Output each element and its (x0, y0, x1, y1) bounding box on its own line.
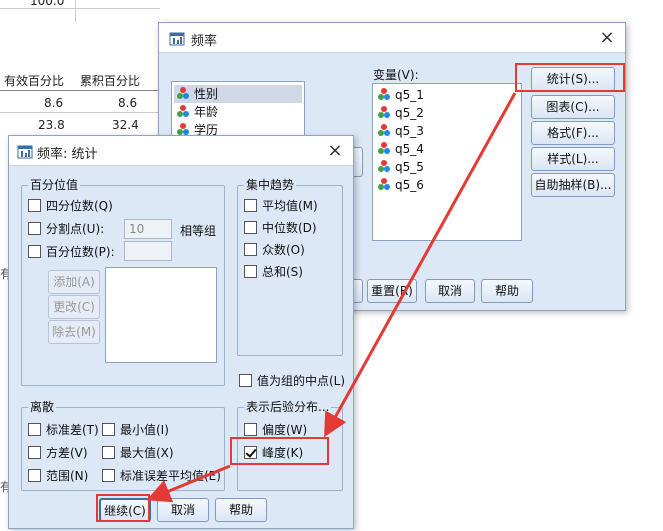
se-mean-checkbox[interactable]: 标准误差平均值(E) (102, 468, 221, 484)
help-button[interactable]: 帮助 (215, 498, 267, 522)
mode-checkbox[interactable]: 众数(O) (244, 242, 305, 258)
dialog-titlebar: 频率 × (159, 23, 625, 53)
add-button[interactable]: 添加(A) (48, 270, 100, 294)
cutpoints-input[interactable]: 10 (124, 219, 172, 239)
percentiles-input[interactable] (124, 241, 172, 261)
highlight-box-kurtosis (230, 437, 329, 465)
spss-dialog-icon (17, 145, 33, 159)
group-label: 集中趋势 (244, 178, 297, 192)
sum-checkbox[interactable]: 总和(S) (244, 264, 303, 280)
dispersion-group: 离散 标准差(T) 最小值(I) 方差(V) 最大值(X) 范围(N) 标准误差… (21, 400, 225, 491)
target-variable-list[interactable]: q5_1 q5_2 q5_3 q5_4 q5_5 q5_6 (372, 83, 522, 241)
std-deviation-checkbox[interactable]: 标准差(T) (28, 422, 99, 438)
list-item[interactable]: q5_6 (377, 176, 424, 194)
list-item[interactable]: q5_4 (377, 140, 424, 158)
percentile-group: 百分位值 四分位数(Q) 分割点(U): 10 相等组 百分位数(P): 添加(… (21, 178, 225, 386)
charts-button[interactable]: 图表(C)... (531, 95, 615, 119)
variables-label: 变量(V): (373, 68, 419, 82)
maximum-checkbox[interactable]: 最大值(X) (102, 445, 174, 461)
reset-button[interactable]: 重置(R) (367, 279, 417, 303)
statistics-dialog: 频率: 统计 × 百分位值 四分位数(Q) 分割点(U): 10 相等组 百分位… (8, 135, 354, 529)
table-top-value: 100.0 (30, 0, 65, 8)
list-item[interactable]: q5_3 (377, 122, 424, 140)
mean-checkbox[interactable]: 平均值(M) (244, 198, 318, 214)
nominal-variable-icon (378, 88, 390, 100)
change-button[interactable]: 更改(C) (48, 295, 100, 319)
range-checkbox[interactable]: 范围(N) (28, 468, 88, 484)
nominal-variable-icon (177, 105, 189, 117)
quartiles-checkbox[interactable]: 四分位数(Q) (28, 198, 113, 214)
cutpoints-checkbox[interactable]: 分割点(U): (28, 221, 104, 237)
help-button[interactable]: 帮助 (481, 279, 533, 303)
nominal-variable-icon (378, 106, 390, 118)
table-header-cum-pct: 累积百分比 (80, 74, 141, 88)
nominal-variable-icon (378, 124, 390, 136)
central-tendency-group: 集中趋势 平均值(M) 中位数(D) 众数(O) 总和(S) (237, 178, 343, 356)
cancel-button[interactable]: 取消 (425, 279, 475, 303)
close-button[interactable]: × (323, 139, 347, 163)
style-button[interactable]: 样式(L)... (531, 147, 615, 171)
group-label: 离散 (28, 400, 57, 414)
group-label: 表示后验分布... (244, 400, 332, 414)
highlight-box-continue (96, 494, 150, 522)
percentiles-checkbox[interactable]: 百分位数(P): (28, 244, 115, 260)
skewness-checkbox[interactable]: 偏度(W) (244, 422, 307, 438)
table-cell: 8.6 (118, 96, 138, 110)
dialog-title: 频率 (191, 34, 218, 49)
list-item[interactable]: q5_1 (377, 86, 424, 104)
table-header-valid-pct: 有效百分比 (4, 74, 65, 88)
percentiles-list[interactable] (105, 267, 217, 363)
list-item[interactable]: 年龄 (176, 103, 218, 121)
median-checkbox[interactable]: 中位数(D) (244, 220, 317, 236)
highlight-box-statistics (515, 63, 625, 92)
equal-groups-label: 相等组 (180, 224, 217, 238)
dialog-titlebar: 频率: 统计 × (9, 136, 353, 166)
group-label: 百分位值 (28, 178, 81, 192)
table-cell: 8.6 (44, 96, 64, 110)
cancel-button[interactable]: 取消 (157, 498, 209, 522)
table-cell: 32.4 (112, 118, 139, 132)
minimum-checkbox[interactable]: 最小值(I) (102, 422, 169, 438)
table-cell: 23.8 (38, 118, 65, 132)
group-midpoints-checkbox[interactable]: 值为组的中点(L) (239, 373, 345, 389)
nominal-variable-icon (177, 123, 189, 135)
nominal-variable-icon (378, 178, 390, 190)
bootstrap-button[interactable]: 自助抽样(B)... (531, 173, 615, 197)
nominal-variable-icon (177, 87, 189, 99)
format-button[interactable]: 格式(F)... (531, 121, 615, 145)
close-button[interactable]: × (595, 26, 619, 50)
nominal-variable-icon (378, 142, 390, 154)
variance-checkbox[interactable]: 方差(V) (28, 445, 88, 461)
remove-button[interactable]: 除去(M) (48, 320, 100, 344)
dialog-title: 频率: 统计 (37, 147, 98, 162)
nominal-variable-icon (378, 160, 390, 172)
source-variable-list[interactable]: 性别 年龄 学历 (171, 81, 305, 141)
spss-dialog-icon (169, 32, 185, 46)
list-item[interactable]: 性别 (174, 85, 302, 103)
list-item[interactable]: q5_2 (377, 104, 424, 122)
list-item[interactable]: q5_5 (377, 158, 424, 176)
